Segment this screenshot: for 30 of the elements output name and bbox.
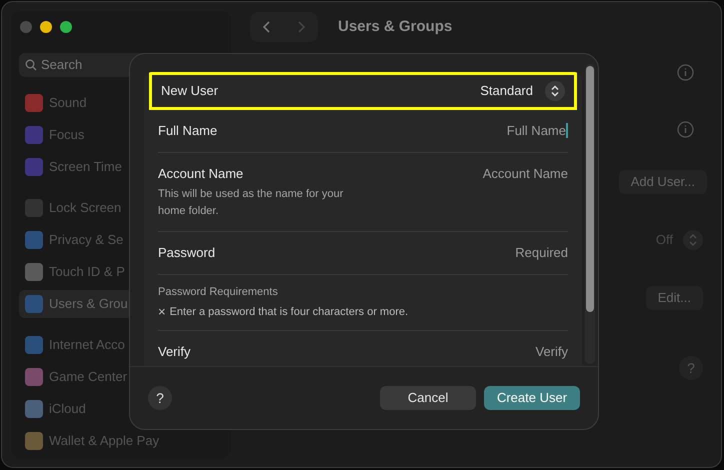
account-type-popup[interactable]: Standard	[480, 81, 565, 101]
info-icon[interactable]	[677, 121, 694, 138]
cross-mark: ×	[158, 305, 166, 320]
search-icon	[25, 59, 37, 71]
stepper-icon	[545, 81, 565, 101]
minimize-window-icon[interactable]	[40, 21, 52, 33]
window-title: Users & Groups	[338, 16, 452, 37]
sidebar-item[interactable]: Wallet & Apple Pay	[19, 427, 223, 455]
close-window-icon[interactable]	[20, 21, 32, 33]
scrollbar-thumb[interactable]	[586, 66, 594, 312]
info-icon[interactable]	[677, 64, 694, 81]
text-cursor	[566, 123, 568, 138]
cancel-button[interactable]: Cancel	[380, 386, 476, 410]
zoom-window-icon[interactable]	[60, 21, 72, 33]
text-field[interactable]: Required	[368, 243, 568, 262]
add-user-button[interactable]: Add User...	[618, 170, 707, 194]
text-field[interactable]: Verify	[368, 342, 568, 361]
search-placeholder: Search	[41, 56, 82, 74]
row-label: Full Name	[158, 122, 218, 140]
create-user-button[interactable]: Create User	[484, 386, 580, 410]
field-note: This will be used as the name for your home folder.	[158, 187, 344, 219]
edit-button[interactable]: Edit...	[646, 286, 703, 310]
text-field[interactable]: Full Name	[366, 121, 566, 140]
row-label: Account Name	[158, 164, 244, 182]
row-label: Verify	[158, 342, 192, 361]
help-button[interactable]: ?	[148, 386, 172, 410]
help-button[interactable]: ?	[679, 356, 703, 380]
text-field[interactable]: Account Name	[368, 164, 568, 183]
stepper-icon[interactable]	[683, 230, 703, 250]
row-label: New User	[161, 82, 220, 100]
